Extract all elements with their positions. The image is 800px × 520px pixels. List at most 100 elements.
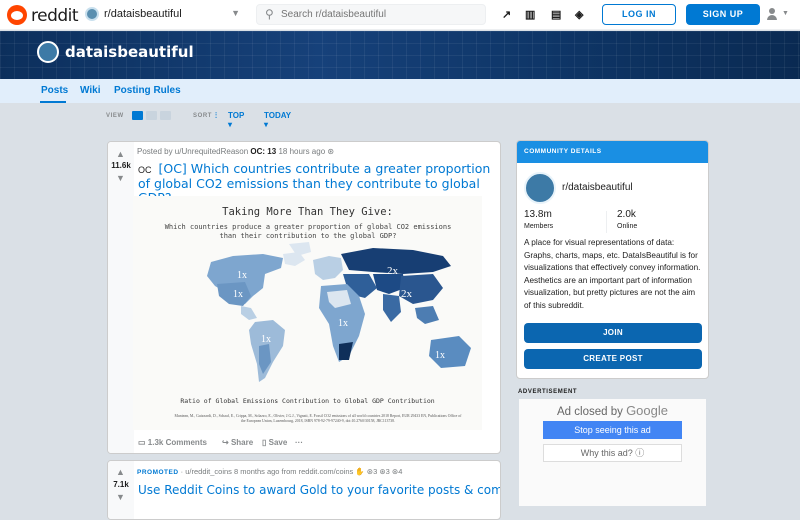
stat-divider [606,211,607,233]
nav-tab-wiki[interactable]: Wiki [80,85,100,96]
login-button[interactable]: LOG IN [602,4,676,25]
chevron-down-icon: ▼ [231,8,240,18]
promoted-title[interactable]: Use Reddit Coins to award Gold to your f… [138,483,500,497]
post-flair: OC [138,165,152,175]
world-map: 1x 1x 2x 2x 1x 1x 1x [207,242,471,382]
reddit-logo-icon[interactable] [7,5,27,25]
downvote-icon[interactable]: ▼ [116,173,125,183]
reddit-wordmark[interactable]: reddit [31,6,79,26]
community-details-header: COMMUNITY DETAILS [517,141,708,163]
nav-tab-posts[interactable]: Posts [41,85,68,96]
infographic-citation: Muntean, M., Guizzardi, D., Schaaf, E., … [174,414,462,423]
promoted-post-card[interactable]: ▲ 7.1k ▼ PROMOTED · u/reddit_coins 8 mon… [107,460,501,520]
map-label: 1x [237,270,247,281]
community-avatar [524,172,556,204]
stop-seeing-ad-button[interactable]: Stop seeing this ad [543,421,682,439]
award-count: 3 [373,467,378,476]
post-title-oc: [OC] [158,161,187,176]
why-this-ad-button[interactable]: Why this ad? ⓘ [543,444,682,462]
share-label: Share [230,438,254,447]
award-icon: ✋ [355,467,365,476]
map-label: 1x [261,334,271,345]
promoted-source[interactable]: · u/reddit_coins 8 months ago from reddi… [181,467,354,476]
upvote-icon[interactable]: ▲ [116,149,125,159]
post-score: 7.1k [113,480,129,489]
subreddit-title: dataisbeautiful [65,43,194,61]
map-label: 1x [338,318,348,329]
post-image[interactable]: Taking More Than They Give: Which countr… [133,196,482,430]
comment-icon: ▭ [138,438,146,447]
online-label: Online [617,223,638,230]
ad-closed-text: Ad closed by Google [557,403,668,418]
post-score: 11.6k [111,161,131,170]
oc-count: OC: 13 [250,147,277,156]
signup-button[interactable]: SIGN UP [686,4,760,25]
post-author[interactable]: Posted by u/UnrequitedReason [137,147,248,156]
community-description: A place for visual representations of da… [524,238,701,310]
time-dropdown[interactable]: TODAY ▾ [264,111,291,129]
subreddit-selector[interactable]: r/dataisbeautiful ▼ [85,5,240,25]
sort-label: SORT [193,113,213,119]
award-count: 3 [385,467,390,476]
save-button[interactable]: ▯ Save [262,438,287,447]
top-bar: reddit r/dataisbeautiful ▼ ⚲ ↗ ▥ ▤ ◈ LOG… [0,0,800,30]
comments-label: 1.3k Comments [147,438,207,447]
create-post-button[interactable]: CREATE POST [524,349,702,369]
share-icon: ↪ [222,438,229,447]
advertisement-label: ADVERTISEMENT [518,389,578,395]
subreddit-selector-label: r/dataisbeautiful [104,8,182,20]
subreddit-avatar [37,41,59,63]
post-meta: Posted by u/UnrequitedReason OC: 13 18 h… [137,147,334,156]
search-input[interactable] [281,7,481,22]
upvote-icon[interactable]: ▲ [116,467,125,477]
search-icon: ⚲ [265,7,274,21]
layers-icon[interactable]: ◈ [575,8,583,21]
comments-button[interactable]: ▭ 1.3k Comments [138,438,207,447]
subreddit-nav: Posts Wiki Posting Rules [0,79,800,103]
classic-view-icon[interactable] [146,111,157,120]
chat-icon[interactable]: ▤ [551,8,561,21]
vote-column: ▲ 7.1k ▼ [108,461,134,519]
card-view-icon[interactable] [132,111,143,120]
subreddit-banner: dataisbeautiful [0,31,800,79]
ad-slot: Ad closed by Google Stop seeing this ad … [519,399,706,506]
save-label: Save [268,438,288,447]
compact-view-icon[interactable] [160,111,171,120]
promoted-meta: PROMOTED · u/reddit_coins 8 months ago f… [137,467,402,476]
share-button[interactable]: ↪ Share [222,438,253,447]
post-time[interactable]: 18 hours ago [278,147,325,156]
user-icon[interactable] [766,8,778,20]
bookmark-icon: ▯ [262,438,267,447]
members-label: Members [524,223,554,230]
time-value: TODAY [264,111,291,120]
award-icon: ⊛ [327,147,335,156]
map-label: 2x [387,265,399,277]
more-options-button[interactable]: ··· [295,438,303,447]
online-count: 2.0k [617,209,636,220]
google-logo: Google [626,403,668,418]
trending-icon[interactable]: ↗ [502,8,511,21]
chevron-down-icon[interactable]: ▼ [782,10,789,17]
nav-tab-posting-rules[interactable]: Posting Rules [114,85,181,96]
active-tab-indicator [40,101,66,103]
view-label: VIEW [106,113,124,119]
map-label: 2x [401,288,413,300]
map-label: 1x [435,350,445,361]
join-button[interactable]: JOIN [524,323,702,343]
subreddit-avatar-icon [85,7,99,21]
map-label: 1x [233,289,243,300]
post-card[interactable]: ▲ 11.6k ▼ Posted by u/UnrequitedReason O… [107,141,501,454]
downvote-icon[interactable]: ▼ [116,492,125,502]
community-details-card: COMMUNITY DETAILS r/dataisbeautiful 13.8… [516,140,709,379]
infographic-caption: Ratio of Global Emissions Contribution t… [180,397,435,405]
community-name[interactable]: r/dataisbeautiful [562,182,633,193]
award-count: 4 [398,467,403,476]
stats-icon[interactable]: ▥ [525,8,535,21]
vote-column: ▲ 11.6k ▼ [108,142,134,453]
sort-value: TOP [228,111,245,120]
sort-top-icon: ⫶ [215,111,217,120]
search-box[interactable]: ⚲ [256,4,486,25]
sort-dropdown[interactable]: TOP ▾ [228,111,244,129]
members-count: 13.8m [524,209,552,220]
promoted-badge: PROMOTED [137,469,179,476]
